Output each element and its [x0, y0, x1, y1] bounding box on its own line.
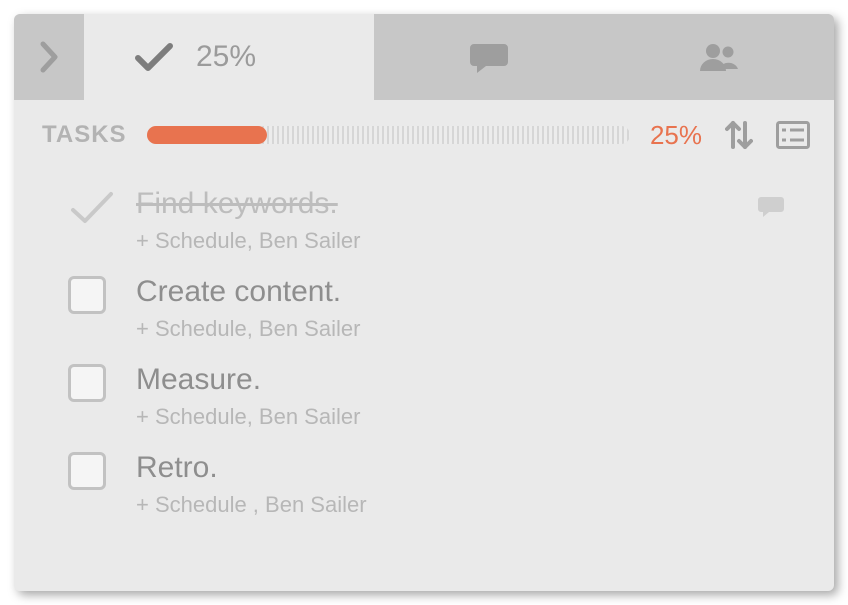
- task-body: Find keywords. + Schedule, Ben Sailer: [136, 186, 806, 254]
- tab-progress-label: 25%: [196, 40, 256, 74]
- task-checkbox[interactable]: [68, 276, 112, 320]
- sort-icon: [725, 119, 753, 151]
- task-comment-button[interactable]: [758, 194, 784, 218]
- task-title[interactable]: Measure.: [136, 362, 806, 398]
- sort-button[interactable]: [722, 118, 756, 152]
- task-body: Retro. + Schedule , Ben Sailer: [136, 450, 806, 518]
- task-check-done[interactable]: [68, 188, 112, 232]
- expand-toggle[interactable]: [14, 14, 84, 100]
- comment-icon: [758, 194, 784, 218]
- task-checkbox[interactable]: [68, 364, 112, 408]
- people-icon: [699, 41, 739, 73]
- panel: 25% TASKS 25%: [14, 14, 834, 591]
- task-title[interactable]: Find keywords.: [136, 186, 806, 222]
- progress-percent-label: 25%: [650, 120, 702, 151]
- tab-comments[interactable]: [374, 14, 604, 100]
- tasks-header: TASKS 25%: [14, 100, 834, 170]
- task-subtitle[interactable]: + Schedule , Ben Sailer: [136, 492, 806, 518]
- tab-people[interactable]: [604, 14, 834, 100]
- task-body: Measure. + Schedule, Ben Sailer: [136, 362, 806, 430]
- task-row: Find keywords. + Schedule, Ben Sailer: [14, 176, 834, 264]
- task-row: Create content. + Schedule, Ben Sailer: [14, 264, 834, 352]
- checkbox-empty: [68, 276, 106, 314]
- tab-tasks[interactable]: 25%: [84, 14, 374, 100]
- tab-bar: 25%: [14, 14, 834, 100]
- check-icon: [134, 40, 174, 74]
- check-icon: [68, 188, 116, 228]
- task-row: Measure. + Schedule, Ben Sailer: [14, 352, 834, 440]
- task-title[interactable]: Retro.: [136, 450, 806, 486]
- task-list: Find keywords.+ Schedule, Ben SailerCrea…: [14, 170, 834, 528]
- comment-icon: [470, 40, 508, 74]
- task-subtitle[interactable]: + Schedule, Ben Sailer: [136, 228, 806, 254]
- template-button[interactable]: [776, 118, 810, 152]
- progress-fill: [147, 126, 268, 144]
- task-subtitle[interactable]: + Schedule, Ben Sailer: [136, 316, 806, 342]
- checkbox-empty: [68, 364, 106, 402]
- task-title[interactable]: Create content.: [136, 274, 806, 310]
- task-body: Create content. + Schedule, Ben Sailer: [136, 274, 806, 342]
- task-checkbox[interactable]: [68, 452, 112, 496]
- checkbox-empty: [68, 452, 106, 490]
- template-icon: [776, 121, 810, 149]
- tasks-heading: TASKS: [42, 121, 127, 149]
- chevron-right-icon: [39, 40, 59, 74]
- task-subtitle[interactable]: + Schedule, Ben Sailer: [136, 404, 806, 430]
- task-row: Retro. + Schedule , Ben Sailer: [14, 440, 834, 528]
- progress-bar: [147, 126, 630, 144]
